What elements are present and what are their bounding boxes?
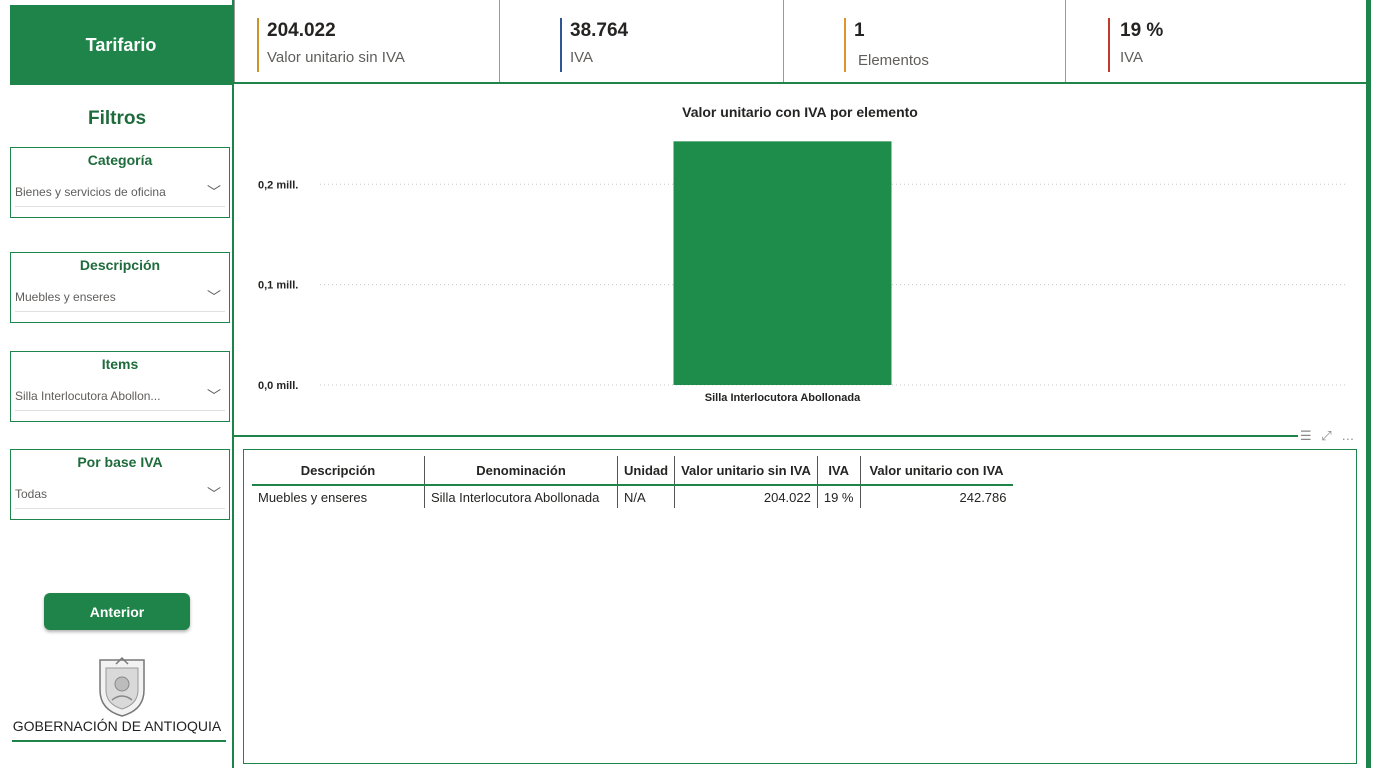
divider	[12, 740, 226, 742]
bar-chart: 0,0 mill. 0,1 mill. 0,2 mill. Silla Interlo…	[258, 141, 1345, 404]
filter-label: Items	[101, 356, 139, 372]
filter-icon[interactable]: ☰	[1300, 428, 1312, 443]
table: Descripción Denominación Unidad Valor un…	[252, 456, 1013, 508]
filter-descripcion: Descripción Muebles y enseres ﹀	[10, 252, 230, 323]
column-header[interactable]: Unidad	[616, 456, 675, 486]
descripcion-dropdown[interactable]: Muebles y enseres ﹀	[15, 283, 225, 312]
filter-label: Por base IVA	[77, 454, 163, 470]
more-options-icon[interactable]: …	[1341, 428, 1354, 443]
kpi-value: 38.764	[570, 20, 629, 41]
table-cell: Silla Interlocutora Abollonada	[424, 485, 618, 508]
filter-items: Items Silla Interlocutora Abollon... ﹀	[10, 351, 230, 422]
column-header[interactable]: Valor unitario con IVA	[859, 456, 1013, 486]
kpi-card-elementos: 1 Elementos	[784, 0, 1066, 82]
data-table: Descripción Denominación Unidad Valor un…	[243, 449, 1357, 764]
organization-name: GOBERNACIÓN DE ANTIOQUIA	[12, 718, 222, 734]
table-cell: 19 %	[816, 485, 860, 508]
table-cell: N/A	[616, 485, 675, 508]
chevron-down-icon: ﹀	[207, 486, 221, 502]
column-header[interactable]: Descripción	[252, 456, 425, 486]
kpi-accent-bar	[257, 18, 259, 72]
kpi-accent-bar	[844, 18, 846, 72]
visual-header: ☰ ⤢ …	[1300, 428, 1364, 444]
filter-label: Categoría	[87, 152, 153, 168]
kpi-value: 204.022	[267, 20, 336, 41]
y-tick-label: 0,1 mill.	[258, 280, 298, 292]
kpi-card-iva: 38.764 IVA	[500, 0, 784, 82]
table-cell: 204.022	[674, 485, 818, 508]
coat-of-arms-logo	[99, 656, 145, 717]
table-cell: 242.786	[859, 485, 1013, 508]
column-header[interactable]: IVA	[816, 456, 860, 486]
page-title: Tarifario	[10, 5, 232, 85]
table-cell: Muebles y enseres	[258, 489, 368, 505]
dropdown-value: Todas	[15, 487, 48, 501]
column-header[interactable]: Valor unitario sin IVA	[674, 456, 818, 486]
categoria-dropdown[interactable]: Bienes y servicios de oficina ﹀	[15, 178, 225, 207]
divider	[234, 82, 1366, 84]
divider	[234, 435, 1298, 437]
items-dropdown[interactable]: Silla Interlocutora Abollon... ﹀	[15, 382, 225, 411]
chevron-down-icon: ﹀	[207, 184, 221, 200]
focus-mode-icon[interactable]: ⤢	[1321, 428, 1331, 443]
kpi-card-iva-percent: 19 % IVA	[1066, 0, 1366, 82]
y-tick-label: 0,0 mill.	[258, 380, 298, 392]
kpi-value: 19 %	[1120, 20, 1164, 41]
filter-base-iva: Por base IVA Todas ﹀	[10, 449, 230, 520]
table-header-row: Descripción Denominación Unidad Valor un…	[252, 456, 1013, 486]
kpi-label: IVA	[570, 49, 594, 66]
table-row[interactable]: Muebles y enseres Silla Interlocutora Ab…	[252, 485, 1013, 508]
filter-label: Descripción	[79, 257, 161, 273]
right-border	[1366, 0, 1371, 768]
dropdown-value: Silla Interlocutora Abollon...	[15, 389, 161, 403]
bar[interactable]	[673, 141, 892, 385]
x-tick-label: Silla Interlocutora Abollonada	[705, 392, 861, 404]
filter-categoria: Categoría Bienes y servicios de oficina …	[10, 147, 230, 218]
kpi-value: 1	[854, 20, 865, 41]
kpi-accent-bar	[1108, 18, 1110, 72]
kpi-accent-bar	[560, 18, 562, 72]
kpi-label: Elementos	[858, 52, 929, 69]
anterior-button[interactable]: Anterior	[44, 593, 190, 630]
column-header[interactable]: Denominación	[424, 456, 618, 486]
kpi-card-valor-sin-iva: 204.022 Valor unitario sin IVA	[234, 0, 500, 82]
chevron-down-icon: ﹀	[207, 388, 221, 404]
kpi-label: Valor unitario sin IVA	[267, 49, 405, 66]
chart-title: Valor unitario con IVA por elemento	[682, 104, 918, 120]
kpi-label: IVA	[1120, 49, 1144, 66]
chevron-down-icon: ﹀	[207, 289, 221, 305]
base-iva-dropdown[interactable]: Todas ﹀	[15, 480, 225, 509]
y-tick-label: 0,2 mill.	[258, 179, 298, 191]
dropdown-value: Bienes y servicios de oficina	[15, 185, 166, 199]
dropdown-value: Muebles y enseres	[15, 290, 116, 304]
filters-heading: Filtros	[87, 108, 147, 129]
